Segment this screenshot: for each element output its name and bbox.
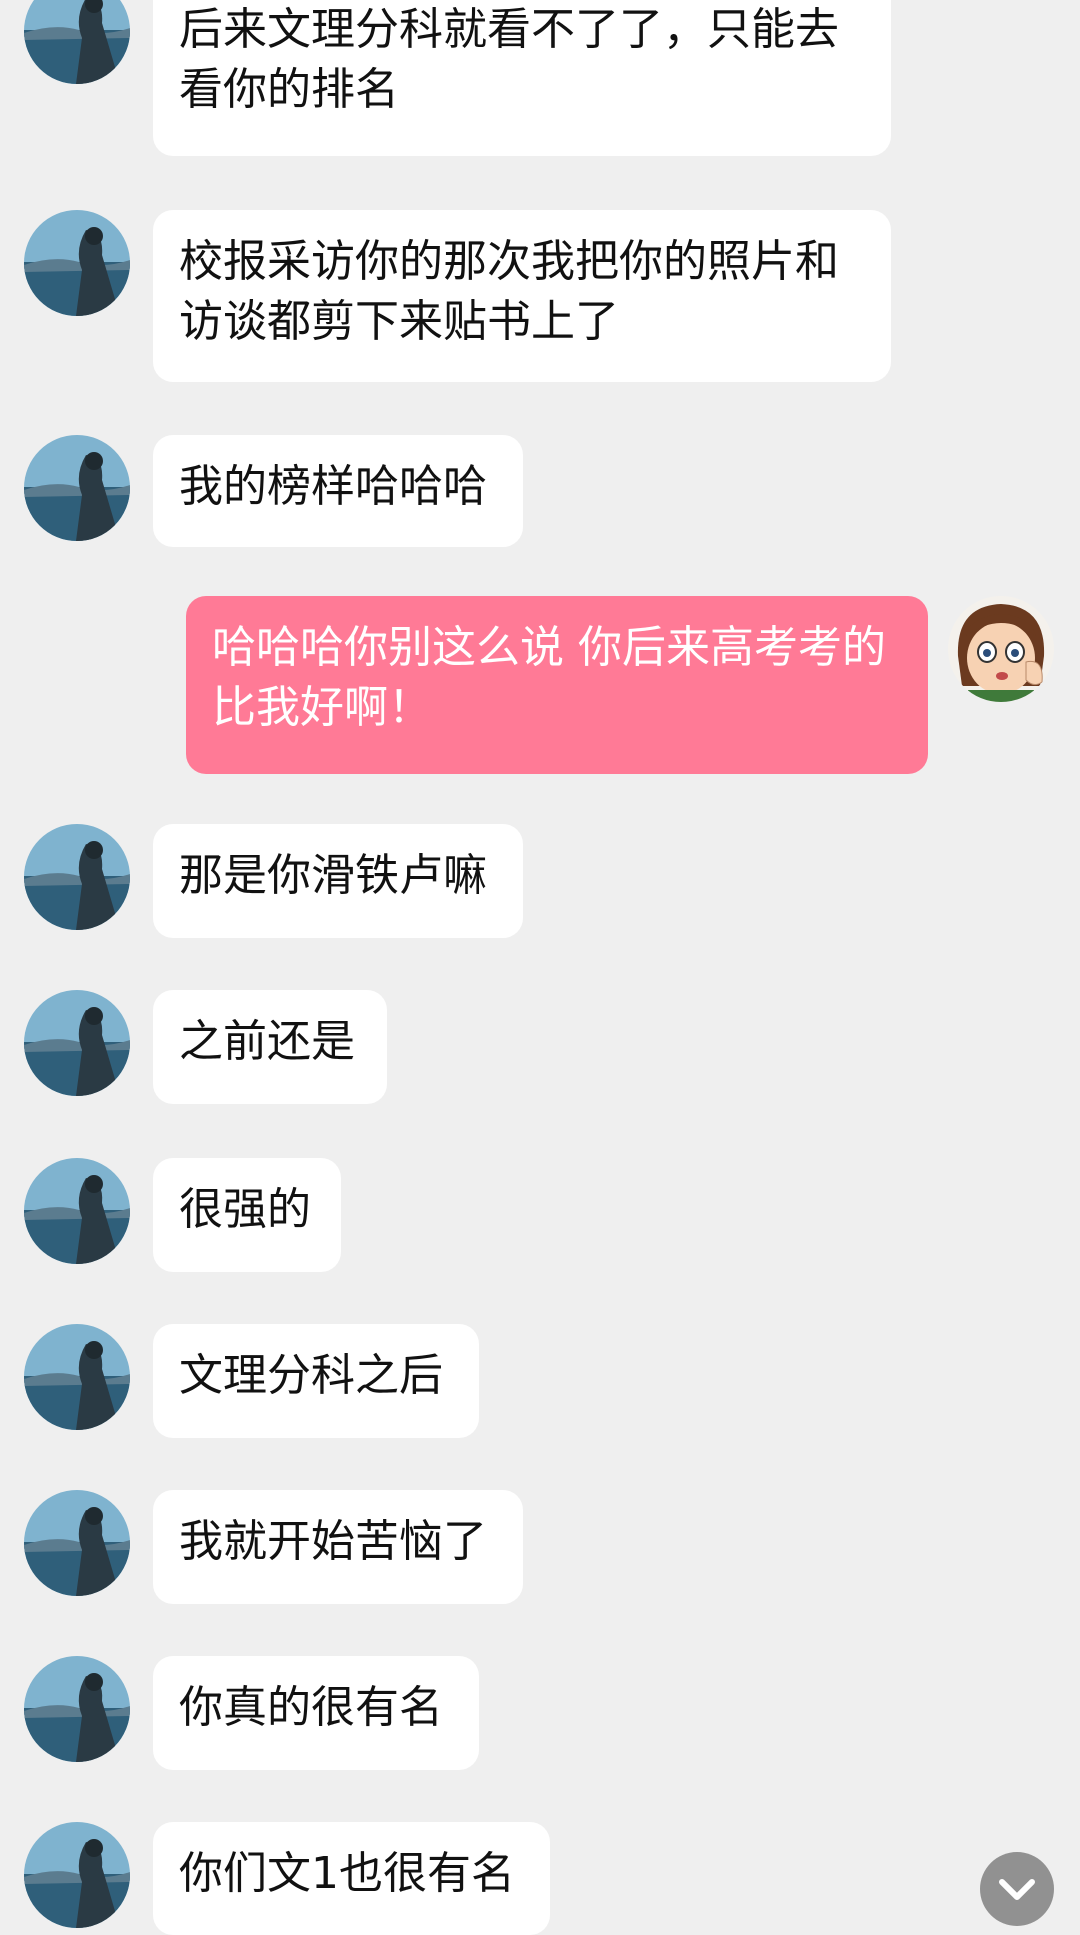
contact-avatar[interactable] xyxy=(24,1656,130,1762)
message-row: 校报采访你的那次我把你的照片和访谈都剪下来贴书上了 xyxy=(0,210,1080,384)
message-bubble: 之前还是 xyxy=(153,990,387,1104)
contact-avatar[interactable] xyxy=(24,435,130,541)
message-row: 很强的 xyxy=(0,1158,1080,1272)
seaside-photo-icon xyxy=(24,0,130,84)
seaside-photo-icon xyxy=(24,435,130,541)
seaside-photo-icon xyxy=(24,1656,130,1762)
message-bubble: 校报采访你的那次我把你的照片和访谈都剪下来贴书上了 xyxy=(153,210,891,382)
message-bubble: 你真的很有名 xyxy=(153,1656,479,1770)
message-row: 你们文1也很有名 xyxy=(0,1822,1080,1935)
seaside-photo-icon xyxy=(24,210,130,316)
message-bubble: 很强的 xyxy=(153,1158,341,1272)
message-row: 那是你滑铁卢嘛 xyxy=(0,824,1080,940)
my-avatar[interactable] xyxy=(948,596,1054,702)
contact-avatar[interactable] xyxy=(24,1822,130,1928)
scroll-to-bottom-button[interactable] xyxy=(980,1852,1054,1926)
seaside-photo-icon xyxy=(24,1324,130,1430)
message-row: 后来文理分科就看不了了，只能去看你的排名 xyxy=(0,0,1080,158)
message-row: 文理分科之后 xyxy=(0,1324,1080,1438)
seaside-photo-icon xyxy=(24,1822,130,1928)
message-bubble: 你们文1也很有名 xyxy=(153,1822,550,1935)
message-row: 我就开始苦恼了 xyxy=(0,1490,1080,1604)
anime-girl-icon xyxy=(948,596,1054,702)
message-row: 哈哈哈你别这么说 你后来高考考的比我好啊！ xyxy=(0,596,1080,774)
message-bubble: 哈哈哈你别这么说 你后来高考考的比我好啊！ xyxy=(186,596,928,774)
contact-avatar[interactable] xyxy=(24,1158,130,1264)
contact-avatar[interactable] xyxy=(24,1490,130,1596)
message-bubble: 文理分科之后 xyxy=(153,1324,479,1438)
contact-avatar[interactable] xyxy=(24,0,130,84)
message-row: 之前还是 xyxy=(0,990,1080,1106)
contact-avatar[interactable] xyxy=(24,990,130,1096)
chat-screen: { "colors": { "background": "#efefef", "… xyxy=(0,0,1080,1935)
message-bubble: 我的榜样哈哈哈 xyxy=(153,435,523,547)
message-bubble: 我就开始苦恼了 xyxy=(153,1490,523,1604)
seaside-photo-icon xyxy=(24,1158,130,1264)
message-row: 你真的很有名 xyxy=(0,1656,1080,1770)
message-bubble: 后来文理分科就看不了了，只能去看你的排名 xyxy=(153,0,891,156)
contact-avatar[interactable] xyxy=(24,1324,130,1430)
chevron-down-icon xyxy=(999,1879,1035,1900)
contact-avatar[interactable] xyxy=(24,210,130,316)
seaside-photo-icon xyxy=(24,824,130,930)
message-row: 我的榜样哈哈哈 xyxy=(0,435,1080,547)
seaside-photo-icon xyxy=(24,1490,130,1596)
seaside-photo-icon xyxy=(24,990,130,1096)
contact-avatar[interactable] xyxy=(24,824,130,930)
message-bubble: 那是你滑铁卢嘛 xyxy=(153,824,523,938)
